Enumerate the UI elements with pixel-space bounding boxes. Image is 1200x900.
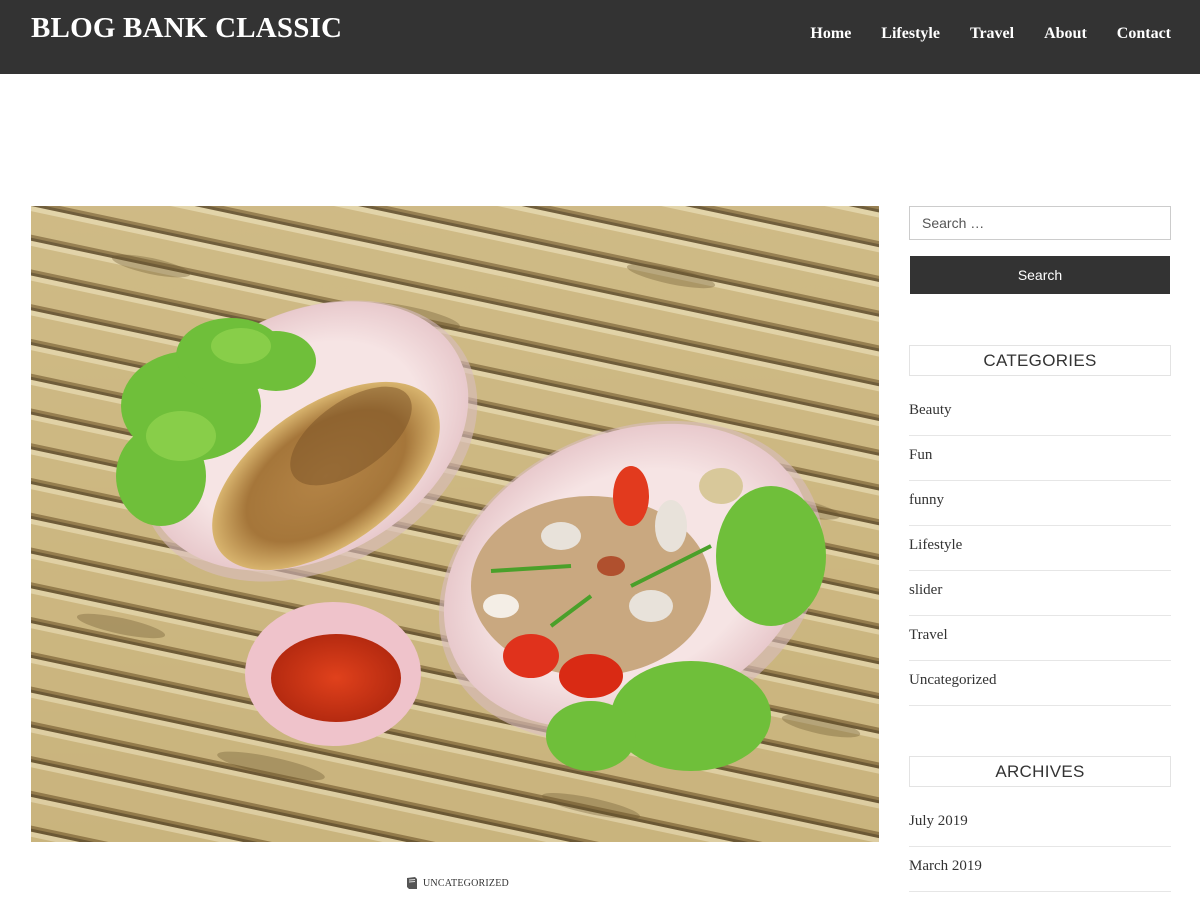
nav-item-about[interactable]: About: [1044, 22, 1087, 46]
nav-item-home[interactable]: Home: [810, 22, 851, 46]
category-item-fun[interactable]: Fun: [909, 436, 1171, 481]
archive-item-march-2019[interactable]: March 2019: [909, 847, 1171, 892]
category-item-lifestyle[interactable]: Lifestyle: [909, 526, 1171, 571]
category-item-slider[interactable]: slider: [909, 571, 1171, 616]
food-photo: [31, 206, 879, 842]
categories-title: CATEGORIES: [909, 345, 1171, 376]
post-meta: UNCATEGORIZED: [405, 876, 509, 890]
search-input[interactable]: [909, 206, 1171, 240]
archives-title: ARCHIVES: [909, 756, 1171, 787]
category-label: Fun: [909, 447, 933, 463]
category-item-funny[interactable]: funny: [909, 481, 1171, 526]
featured-image[interactable]: [31, 206, 879, 842]
category-label: Lifestyle: [909, 537, 963, 553]
archive-label: March 2019: [909, 858, 982, 874]
nav-item-contact[interactable]: Contact: [1117, 22, 1171, 46]
post-category-link[interactable]: UNCATEGORIZED: [423, 878, 509, 889]
categories-list: Beauty Fun funny Lifestyle slider Travel…: [909, 391, 1171, 706]
main-nav: Home Lifestyle Travel About Contact: [780, 22, 1171, 46]
archive-label: July 2019: [909, 813, 968, 829]
category-item-travel[interactable]: Travel: [909, 616, 1171, 661]
archive-item-july-2019[interactable]: July 2019: [909, 802, 1171, 847]
archives-list: July 2019 March 2019: [909, 802, 1171, 892]
category-item-beauty[interactable]: Beauty: [909, 391, 1171, 436]
category-item-uncategorized[interactable]: Uncategorized: [909, 661, 1171, 706]
site-header: BLOG BANK CLASSIC Home Lifestyle Travel …: [0, 0, 1200, 74]
category-label: Travel: [909, 627, 948, 643]
nav-item-lifestyle[interactable]: Lifestyle: [881, 22, 940, 46]
search-button[interactable]: Search: [910, 256, 1170, 294]
category-label: Uncategorized: [909, 672, 997, 688]
nav-item-travel[interactable]: Travel: [970, 22, 1014, 46]
category-label: Beauty: [909, 402, 952, 418]
site-title[interactable]: BLOG BANK CLASSIC: [31, 12, 342, 45]
category-label: funny: [909, 492, 944, 508]
book-icon: [407, 877, 417, 889]
category-label: slider: [909, 582, 943, 598]
